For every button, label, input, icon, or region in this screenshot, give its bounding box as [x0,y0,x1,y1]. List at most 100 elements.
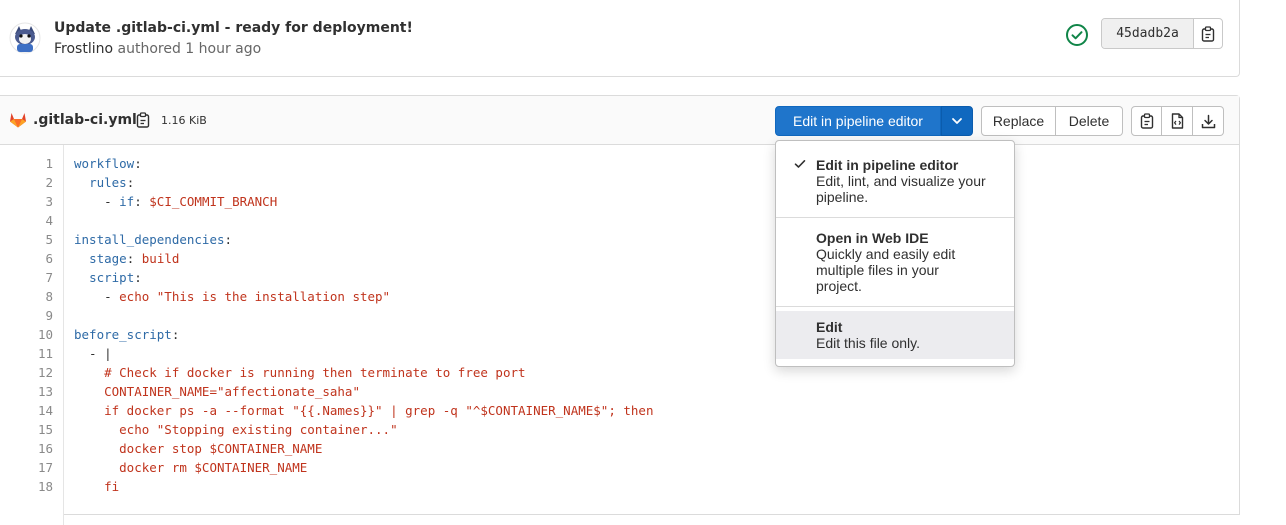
line-content: before_script: [74,325,179,344]
code-token: stage [89,251,127,266]
dropdown-item-edit[interactable]: Edit Edit this file only. [776,311,1014,359]
commit-time: 1 hour ago [185,41,262,57]
line-number[interactable]: 13 [0,382,53,401]
code-token: install_dependencies [74,232,225,247]
code-token: : [126,251,142,266]
line-number[interactable]: 1 [0,154,53,173]
line-number[interactable]: 16 [0,439,53,458]
commit-title[interactable]: Update .gitlab-ci.yml - ready for deploy… [54,20,413,36]
dropdown-item-edit-pipeline[interactable]: Edit in pipeline editor Edit, lint, and … [776,141,1014,217]
file-actions-group: Replace Delete [981,106,1123,136]
code-line: 14 if docker ps -a --format "{{.Names}}"… [0,401,1239,420]
line-number[interactable]: 15 [0,420,53,439]
line-number[interactable]: 8 [0,287,53,306]
code-token: echo "Stopping existing container..." [74,422,398,437]
code-line: 17 docker rm $CONTAINER_NAME [0,458,1239,477]
delete-button[interactable]: Delete [1056,106,1123,136]
line-content: fi [74,477,119,496]
dropdown-item-description: Edit, lint, and visualize your pipeline. [816,173,986,205]
line-number[interactable]: 17 [0,458,53,477]
code-line: 4 [0,211,1239,230]
code-token: docker stop $CONTAINER_NAME [74,441,323,456]
line-content: echo "Stopping existing container..." [74,420,398,439]
edit-options-dropdown-toggle[interactable] [941,106,973,136]
line-content: script: [74,268,142,287]
line-content: - echo "This is the installation step" [74,287,390,306]
code-token: : [171,327,180,342]
line-number[interactable]: 5 [0,230,53,249]
dropdown-item-title: Open in Web IDE [816,230,929,246]
download-icon [1201,114,1215,128]
line-content: - | [74,344,112,363]
code-token: : [134,194,150,209]
copy-sha-button[interactable] [1194,19,1222,48]
replace-button[interactable]: Replace [981,106,1056,136]
check-circle-icon[interactable] [1065,23,1089,47]
line-number[interactable]: 3 [0,192,53,211]
commit-sha[interactable]: 45dadb2a [1102,19,1194,48]
edit-options-dropdown: Edit in pipeline editor Edit, lint, and … [775,140,1015,367]
code-token: - [74,194,120,209]
code-line: 8 - echo "This is the installation step" [0,287,1239,306]
gitlab-logo-icon [10,113,26,128]
code-line: 9 [0,306,1239,325]
dropdown-item-web-ide[interactable]: Open in Web IDE Quickly and easily edit … [776,218,1014,306]
line-number[interactable]: 10 [0,325,53,344]
code-token: echo "This is the installation step" [119,289,391,304]
code-token: CONTAINER_NAME="affectionate_saha" [74,384,360,399]
line-number[interactable]: 4 [0,211,53,230]
code-token: before_script [74,327,172,342]
commit-author[interactable]: Frostlino [54,41,113,57]
code-token: docker rm $CONTAINER_NAME [74,460,308,475]
commit-info-bar: Update .gitlab-ci.yml - ready for deploy… [0,0,1240,77]
code-token: build [141,251,180,266]
line-number[interactable]: 7 [0,268,53,287]
file-viewer: .gitlab-ci.yml 1.16 KiB Edit in pipeline… [0,95,1240,525]
avatar[interactable] [9,22,41,54]
line-number[interactable]: 11 [0,344,53,363]
file-name: .gitlab-ci.yml [33,112,137,128]
file-icon-actions [1131,106,1224,136]
code-token: : [134,270,142,285]
dropdown-item-description: Edit this file only. [816,335,921,351]
code-token: script [89,270,135,285]
line-number[interactable]: 6 [0,249,53,268]
code-token: - | [74,346,112,361]
line-content: if docker ps -a --format "{{.Names}}" | … [74,401,653,420]
code-token: # Check if docker is running then termin… [74,365,526,380]
line-content: stage: build [74,249,179,268]
line-number[interactable]: 9 [0,306,53,325]
line-number[interactable]: 14 [0,401,53,420]
code-line: 13 CONTAINER_NAME="affectionate_saha" [0,382,1239,401]
edit-in-pipeline-editor-button[interactable]: Edit in pipeline editor [775,106,941,136]
file-size: 1.16 KiB [161,114,207,127]
line-number[interactable]: 12 [0,363,53,382]
checkmark-icon [794,160,806,168]
code-line: 2 rules: [0,173,1239,192]
code-token: fi [74,479,120,494]
clipboard-icon [1140,113,1153,129]
code-token: - [74,289,120,304]
code-line: 7 script: [0,268,1239,287]
line-content: # Check if docker is running then termin… [74,363,526,382]
copy-contents-button[interactable] [1131,106,1162,136]
line-number[interactable]: 2 [0,173,53,192]
code-line: 15 echo "Stopping existing container..." [0,420,1239,439]
commit-sha-box: 45dadb2a [1101,18,1223,49]
code-line: 11 - | [0,344,1239,363]
copy-file-path-button[interactable] [136,112,150,132]
file-header: .gitlab-ci.yml 1.16 KiB Edit in pipeline… [0,96,1239,145]
dropdown-divider [776,306,1014,307]
code-line: 5 install_dependencies: [0,230,1239,249]
dropdown-item-description: Quickly and easily edit multiple files i… [816,246,956,294]
clipboard-icon [136,112,150,128]
line-content: install_dependencies: [74,230,232,249]
code-line: 6 stage: build [0,249,1239,268]
dropdown-item-title: Edit [816,319,843,335]
code-token: : [224,232,233,247]
open-raw-button[interactable] [1162,106,1193,136]
chevron-down-icon [952,118,962,124]
download-button[interactable] [1193,106,1224,136]
line-number[interactable]: 18 [0,477,53,496]
